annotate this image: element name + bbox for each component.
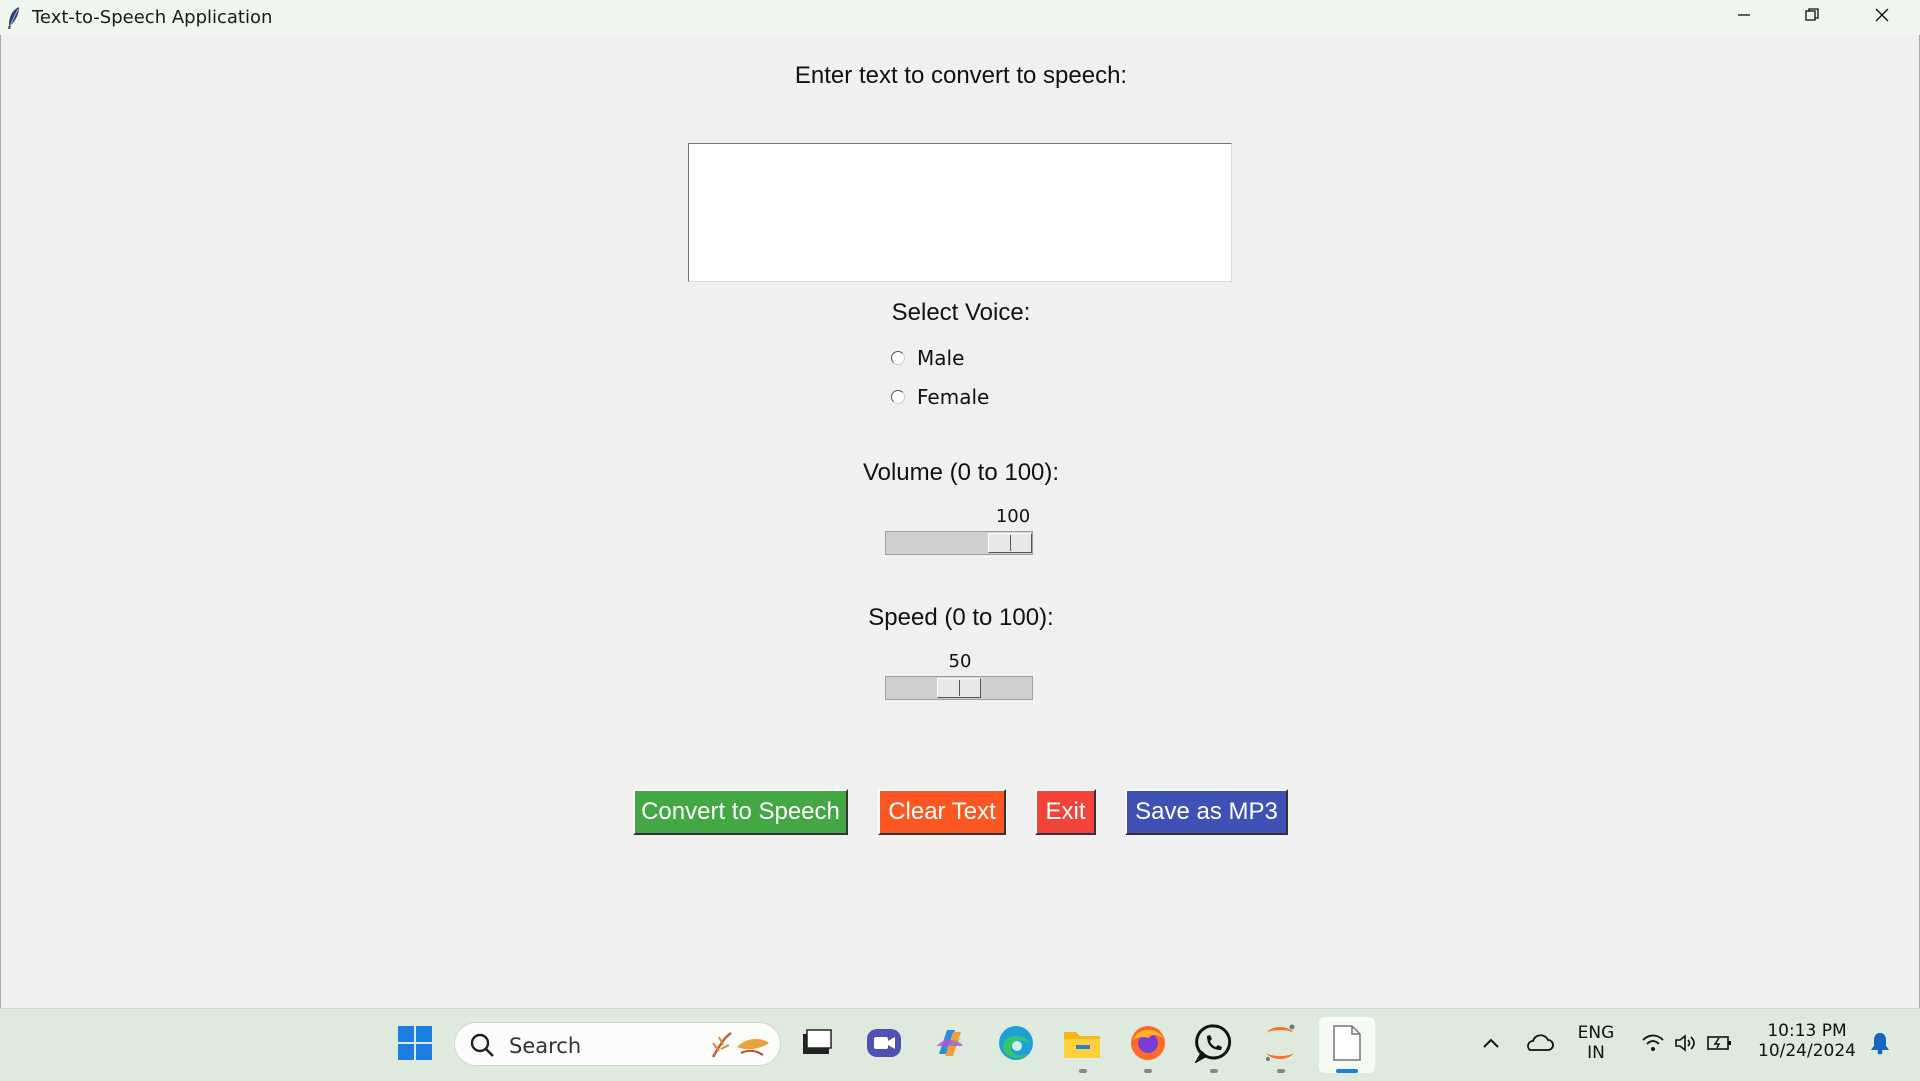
window-title: Text-to-Speech Application xyxy=(32,7,273,28)
volume-label: Volume (0 to 100): xyxy=(862,459,1060,486)
battery-icon xyxy=(1706,1034,1732,1057)
running-indicator xyxy=(1144,1069,1152,1073)
edge-browser-icon xyxy=(997,1024,1035,1067)
whatsapp-icon xyxy=(1193,1023,1234,1068)
voice-radio-male[interactable]: Male xyxy=(891,345,964,371)
search-placeholder: Search xyxy=(509,1034,582,1058)
minimize-button[interactable] xyxy=(1714,0,1774,35)
file-explorer-button[interactable] xyxy=(1062,1025,1102,1065)
app-window: Enter text to convert to speech: Select … xyxy=(0,35,1920,1009)
jupyter-button[interactable] xyxy=(1260,1023,1300,1068)
jupyter-icon xyxy=(1262,1023,1298,1068)
copilot-icon xyxy=(931,1024,969,1067)
close-icon xyxy=(1874,7,1890,28)
title-bar: Text-to-Speech Application xyxy=(0,0,1920,36)
volume-icon xyxy=(1674,1033,1696,1058)
language-region: IN xyxy=(1587,1043,1605,1063)
quick-settings-button[interactable] xyxy=(1632,1025,1742,1065)
search-highlight-icon xyxy=(707,1029,773,1066)
teams-meet-button[interactable] xyxy=(864,1025,904,1065)
volume-slider-handle[interactable] xyxy=(988,533,1032,553)
document-icon xyxy=(1332,1024,1362,1067)
speed-slider[interactable] xyxy=(885,676,1033,700)
radio-label-male: Male xyxy=(917,346,965,370)
close-button[interactable] xyxy=(1852,0,1912,35)
folder-icon xyxy=(1062,1026,1102,1065)
speed-slider-handle[interactable] xyxy=(937,678,981,698)
active-indicator xyxy=(1336,1069,1358,1073)
start-button[interactable] xyxy=(395,1025,435,1065)
text-prompt-label: Enter text to convert to speech: xyxy=(794,62,1128,89)
running-indicator xyxy=(1210,1069,1218,1073)
copilot-button[interactable] xyxy=(930,1025,970,1065)
wifi-icon xyxy=(1642,1034,1664,1057)
restore-button[interactable] xyxy=(1782,0,1842,35)
clock[interactable]: 10:13 PM 10/24/2024 xyxy=(1755,1021,1859,1061)
text-input[interactable] xyxy=(688,143,1232,282)
onedrive-button[interactable] xyxy=(1519,1025,1559,1065)
radio-circle-icon[interactable] xyxy=(891,390,905,404)
windows-logo-icon xyxy=(397,1025,433,1066)
exit-button[interactable]: Exit xyxy=(1035,789,1096,835)
notifications-button[interactable] xyxy=(1860,1025,1900,1065)
search-icon xyxy=(469,1032,495,1063)
volume-value: 100 xyxy=(995,506,1031,527)
volume-slider[interactable] xyxy=(885,531,1033,555)
running-indicator xyxy=(1079,1069,1087,1073)
convert-to-speech-button[interactable]: Convert to Speech xyxy=(633,789,848,835)
clock-time: 10:13 PM xyxy=(1767,1021,1847,1041)
task-view-button[interactable] xyxy=(796,1025,836,1065)
radio-circle-icon[interactable] xyxy=(891,351,905,365)
taskbar: Search ENG IN 10:13 PM 10/24/2024 xyxy=(0,1008,1920,1081)
radio-label-female: Female xyxy=(917,385,990,409)
speed-label: Speed (0 to 100): xyxy=(868,604,1054,631)
voice-radio-female[interactable]: Female xyxy=(891,384,989,410)
clock-date: 10/24/2024 xyxy=(1758,1041,1856,1061)
show-hidden-icons-button[interactable] xyxy=(1471,1025,1511,1065)
cloud-icon xyxy=(1524,1033,1554,1058)
edge-button[interactable] xyxy=(996,1025,1036,1065)
clear-text-button[interactable]: Clear Text xyxy=(878,789,1006,835)
feather-icon xyxy=(6,6,22,35)
running-indicator xyxy=(1277,1069,1285,1073)
voice-label: Select Voice: xyxy=(891,299,1031,326)
video-chat-icon xyxy=(865,1025,903,1066)
save-as-mp3-button[interactable]: Save as MP3 xyxy=(1125,789,1288,835)
bell-icon xyxy=(1869,1031,1891,1060)
firefox-icon xyxy=(1129,1024,1167,1067)
language-indicator[interactable]: ENG IN xyxy=(1574,1023,1618,1063)
task-view-icon xyxy=(799,1028,833,1063)
chevron-up-icon xyxy=(1481,1036,1501,1055)
active-app-button[interactable] xyxy=(1319,1017,1375,1073)
restore-icon xyxy=(1804,7,1820,28)
whatsapp-button[interactable] xyxy=(1193,1023,1234,1068)
taskbar-search[interactable]: Search xyxy=(454,1022,781,1066)
firefox-button[interactable] xyxy=(1128,1025,1168,1065)
speed-value: 50 xyxy=(948,651,972,672)
minimize-icon xyxy=(1736,7,1752,28)
language-code: ENG xyxy=(1577,1023,1615,1043)
